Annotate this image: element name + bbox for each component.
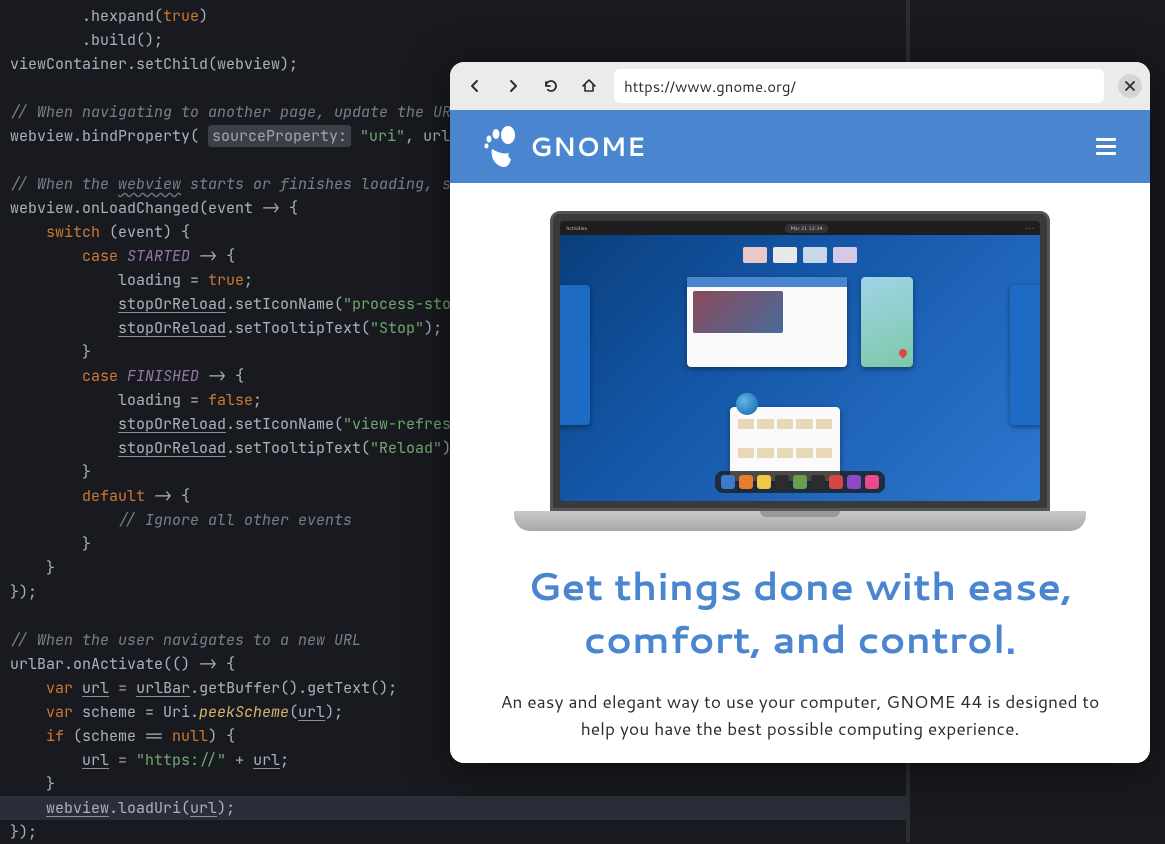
overview-window (730, 407, 840, 481)
burger-line-icon (1096, 152, 1116, 155)
back-button[interactable] (458, 69, 492, 103)
overview-window (687, 277, 847, 367)
url-bar[interactable]: https://www.gnome.org/ (614, 69, 1104, 103)
overview-window (861, 277, 913, 367)
browser-window: https://www.gnome.org/ GNOME (450, 62, 1150, 763)
dock-app-icon (775, 475, 789, 489)
workspace-thumbnails (560, 247, 1040, 263)
overview-window (560, 285, 590, 425)
overview-window (1010, 285, 1040, 425)
reload-button[interactable] (534, 69, 568, 103)
home-icon (581, 78, 597, 94)
dock-app-icon (847, 475, 861, 489)
close-icon (1125, 81, 1135, 91)
dock-app-icon (865, 475, 879, 489)
overview-dock (715, 471, 885, 493)
hero-headline: Get things done with ease, comfort, and … (482, 559, 1118, 664)
globe-icon (736, 393, 758, 415)
forward-button[interactable] (496, 69, 530, 103)
site-header: GNOME (450, 110, 1150, 183)
overview-activities: Activities (566, 225, 587, 232)
workspace-thumb (833, 247, 857, 263)
home-button[interactable] (572, 69, 606, 103)
menu-button[interactable] (1096, 138, 1116, 155)
gnome-logo[interactable]: GNOME (484, 125, 646, 169)
overview-clock: Mar 21 12:34 (785, 224, 827, 233)
dock-app-icon (739, 475, 753, 489)
hero-subhead: An easy and elegant way to use your comp… (490, 688, 1110, 742)
hero-section: Activities Mar 21 12:34 ◦ ◦ ◦ (450, 183, 1150, 743)
chevron-right-icon (505, 78, 521, 94)
dock-app-icon (811, 475, 825, 489)
dock-app-icon (829, 475, 843, 489)
workspace-thumb (803, 247, 827, 263)
close-button[interactable] (1118, 74, 1142, 98)
gnome-foot-icon (484, 125, 520, 169)
browser-toolbar: https://www.gnome.org/ (450, 62, 1150, 110)
dock-app-icon (793, 475, 807, 489)
burger-line-icon (1096, 138, 1116, 141)
chevron-left-icon (467, 78, 483, 94)
burger-line-icon (1096, 145, 1116, 148)
brand-text: GNOME (530, 129, 646, 165)
webpage-viewport[interactable]: GNOME Activities Mar 21 12:34 ◦ ◦ ◦ (450, 110, 1150, 763)
overview-status: ◦ ◦ ◦ (1026, 225, 1034, 232)
laptop-graphic: Activities Mar 21 12:34 ◦ ◦ ◦ (514, 211, 1086, 531)
dock-app-icon (757, 475, 771, 489)
reload-icon (543, 78, 559, 94)
dock-app-icon (721, 475, 735, 489)
workspace-thumb (743, 247, 767, 263)
url-text: https://www.gnome.org/ (624, 76, 796, 97)
workspace-thumb (773, 247, 797, 263)
